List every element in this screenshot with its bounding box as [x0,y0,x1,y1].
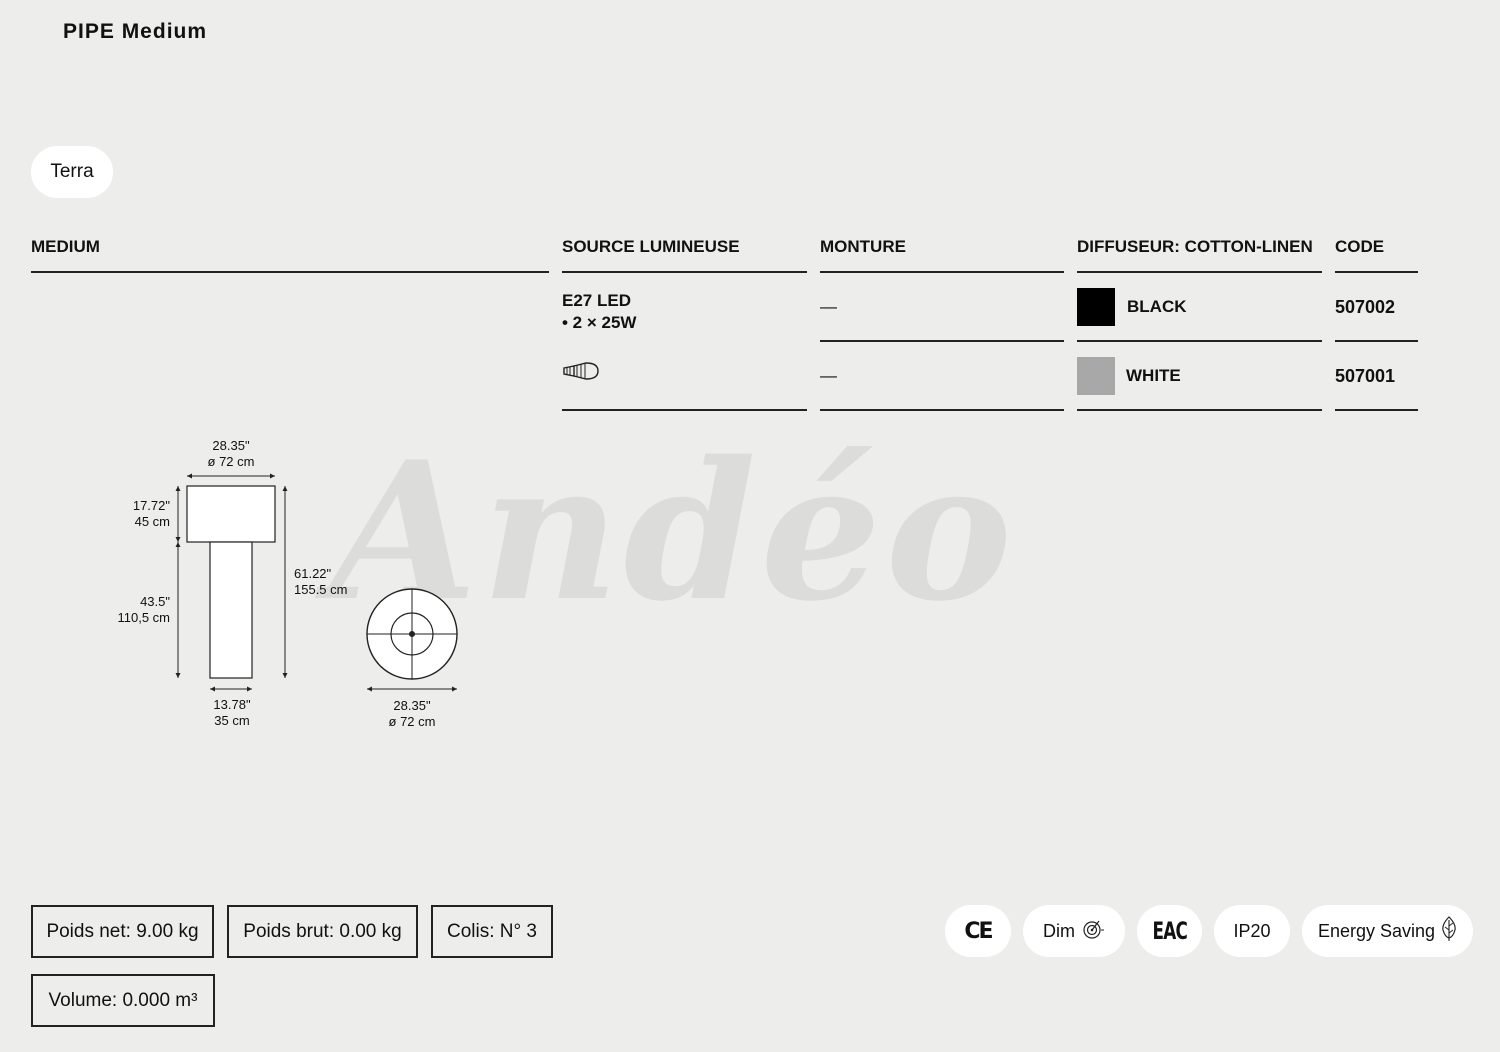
dim-plan-width: 28.35" ø 72 cm [388,698,436,729]
dim-base-height: 43.5" 110,5 cm [117,594,170,625]
energy-saving-badge: Energy Saving [1302,905,1473,957]
leaf-icon [1441,915,1457,947]
spec-colis: Colis: N° 3 [431,905,553,958]
spec-volume: Volume: 0.000 m³ [31,974,215,1027]
dim-shade-height: 17.72" 45 cm [132,498,170,529]
dimmer-icon [1081,917,1105,946]
dimension-drawing [175,473,458,692]
ip-badge: IP20 [1214,905,1290,957]
ce-mark-icon: CE [964,918,993,944]
dim-total-height: 61.22" 155.5 cm [294,566,348,597]
spec-poids-net: Poids net: 9.00 kg [31,905,214,958]
ce-badge: CE [945,905,1011,957]
dim-top-width: 28.35" ø 72 cm [207,438,255,469]
eac-badge: EAC [1137,905,1202,957]
spec-poids-brut: Poids brut: 0.00 kg [227,905,418,958]
dim-badge: Dim [1023,905,1125,957]
eac-mark-icon: EAC [1152,917,1187,945]
dim-base-width: 13.78" 35 cm [213,697,251,728]
